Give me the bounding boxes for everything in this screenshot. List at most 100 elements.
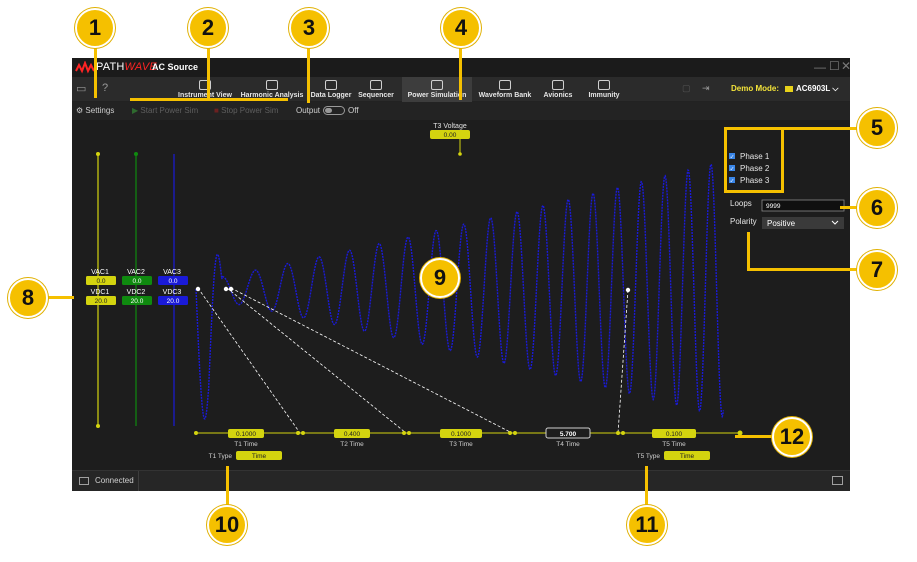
annotated-screenshot: PATHWAVE AC Source — ☐ ✕ ▭ ? Instrument … (0, 0, 917, 562)
t3-voltage-point (458, 152, 462, 156)
callout-8: 8 (8, 278, 48, 318)
callout-5: 5 (857, 108, 897, 148)
settings-button[interactable]: ⚙ Settings (76, 106, 114, 115)
chat-icon[interactable] (832, 476, 843, 485)
t4-connector (617, 289, 629, 434)
phase3-waveform (195, 162, 725, 420)
svg-text:Time: Time (252, 453, 267, 460)
vdc2-header: VDC2 (127, 289, 146, 296)
folder-icon[interactable]: ▭ (76, 82, 86, 95)
loops-value: 9999 (766, 203, 781, 210)
vac1-header: VAC1 (91, 269, 109, 276)
svg-text:Time: Time (680, 453, 695, 460)
connection-status: Connected (95, 476, 134, 485)
pathwave-logo-icon (75, 61, 95, 74)
phase1-bottom-point (96, 424, 100, 428)
svg-text:✓: ✓ (730, 155, 735, 161)
brand-logo: PATHWAVE (96, 61, 157, 73)
callout-6: 6 (857, 188, 897, 228)
phase3-waveform-path (195, 162, 725, 420)
connection-icon (79, 477, 89, 485)
polarity-label: Polarity (730, 217, 757, 226)
callout-10: 10 (207, 505, 247, 545)
tab-immunity[interactable]: Immunity (582, 77, 626, 102)
vac3-header: VAC3 (163, 269, 181, 276)
t3-voltage-value: 0.00 (444, 132, 457, 139)
svg-text:0.1000: 0.1000 (451, 431, 471, 438)
t1-time-label: T1 Time (234, 441, 258, 448)
loops-label: Loops (730, 199, 752, 208)
svg-text:0.0: 0.0 (168, 278, 177, 285)
callout-3: 3 (289, 8, 329, 48)
polarity-value: Positive (767, 219, 796, 228)
t4-time-label: T4 Time (556, 441, 580, 448)
play-icon: ▶ (132, 106, 139, 115)
callout-12: 12 (772, 417, 812, 457)
instrument-chip-icon (785, 85, 793, 92)
status-bar: Connected (72, 470, 850, 491)
output-toggle[interactable]: Output Off (296, 106, 359, 116)
svg-text:20.0: 20.0 (167, 298, 180, 305)
svg-text:0.400: 0.400 (344, 431, 361, 438)
tab-sequencer[interactable]: Sequencer (356, 77, 396, 102)
callout-2: 2 (188, 8, 228, 48)
vdc1-header: VDC1 (91, 289, 110, 296)
waveform-bank-icon (499, 80, 511, 90)
close-icon[interactable]: ✕ (841, 60, 850, 72)
svg-text:0.0: 0.0 (96, 278, 105, 285)
voltage-table: VAC1 VAC2 VAC3 0.0 0.0 0.0 VDC1 VDC2 VDC… (86, 269, 188, 305)
start-power-sim-button[interactable]: ▶ Start Power Sim (132, 106, 198, 115)
sequencer-icon (370, 80, 382, 90)
t5-type-label: T5 Type (637, 453, 661, 460)
t2-connector (226, 287, 407, 434)
svg-text:✓: ✓ (730, 179, 735, 185)
tab-avionics[interactable]: Avionics (538, 77, 578, 102)
handle-point-4 (625, 287, 631, 293)
maximize-icon[interactable]: ☐ (829, 60, 840, 72)
vdc3-header: VDC3 (163, 289, 182, 296)
phase1-top-point (96, 152, 100, 156)
avionics-icon (552, 80, 564, 90)
callout-9: 9 (420, 258, 460, 298)
phase2-label: Phase 2 (740, 164, 770, 173)
power-simulation-plot: T3 Voltage 0.00 VAC1 VAC2 VAC3 0.0 0.0 0… (86, 123, 845, 460)
svg-text:5.700: 5.700 (560, 431, 577, 438)
t5-time-label: T5 Time (662, 441, 686, 448)
callout-1: 1 (75, 8, 115, 48)
phase1-label: Phase 1 (740, 152, 770, 161)
handle-point-3 (228, 286, 234, 292)
t3-voltage-label: T3 Voltage (433, 123, 467, 130)
data-logger-icon (325, 80, 337, 90)
command-bar: ⚙ Settings ▶ Start Power Sim ■ Stop Powe… (72, 102, 850, 120)
svg-text:✓: ✓ (730, 167, 735, 173)
instrument-selector[interactable]: AC6903L ⌵ (785, 84, 838, 94)
tab-waveform-bank[interactable]: Waveform Bank (474, 77, 536, 102)
demo-mode-label: Demo Mode: (731, 84, 779, 93)
exit-icon[interactable]: ⇥ (702, 83, 710, 94)
vac2-header: VAC2 (127, 269, 145, 276)
tab-data-logger[interactable]: Data Logger (310, 77, 352, 102)
minimize-icon[interactable]: — (814, 61, 826, 73)
phase-checkboxes: ✓ Phase 1 ✓ Phase 2 ✓ Phase 3 (729, 152, 770, 185)
help-icon[interactable]: ? (102, 82, 108, 94)
t1-type-label: T1 Type (209, 453, 233, 460)
svg-text:0.1000: 0.1000 (236, 431, 256, 438)
ac-source-window: PATHWAVE AC Source — ☐ ✕ ▭ ? Instrument … (72, 58, 850, 491)
t3-time-label: T3 Time (449, 441, 473, 448)
handle-point-1 (195, 286, 201, 292)
t2-time-label: T2 Time (340, 441, 364, 448)
svg-text:0.100: 0.100 (666, 431, 683, 438)
svg-text:20.0: 20.0 (131, 298, 144, 305)
callout-11: 11 (627, 505, 667, 545)
svg-text:0.0: 0.0 (132, 278, 141, 285)
output-switch[interactable] (323, 106, 346, 116)
stop-power-sim-button[interactable]: ■ Stop Power Sim (214, 106, 278, 115)
time-start-point (194, 431, 198, 435)
phase2-top-point (134, 152, 138, 156)
t1-connector (197, 287, 301, 434)
t3-connector (230, 287, 513, 434)
immunity-icon (598, 80, 610, 90)
power-simulation-icon (431, 80, 443, 90)
phase3-label: Phase 3 (740, 176, 770, 185)
screenshot-icon[interactable]: ▢ (682, 83, 691, 94)
